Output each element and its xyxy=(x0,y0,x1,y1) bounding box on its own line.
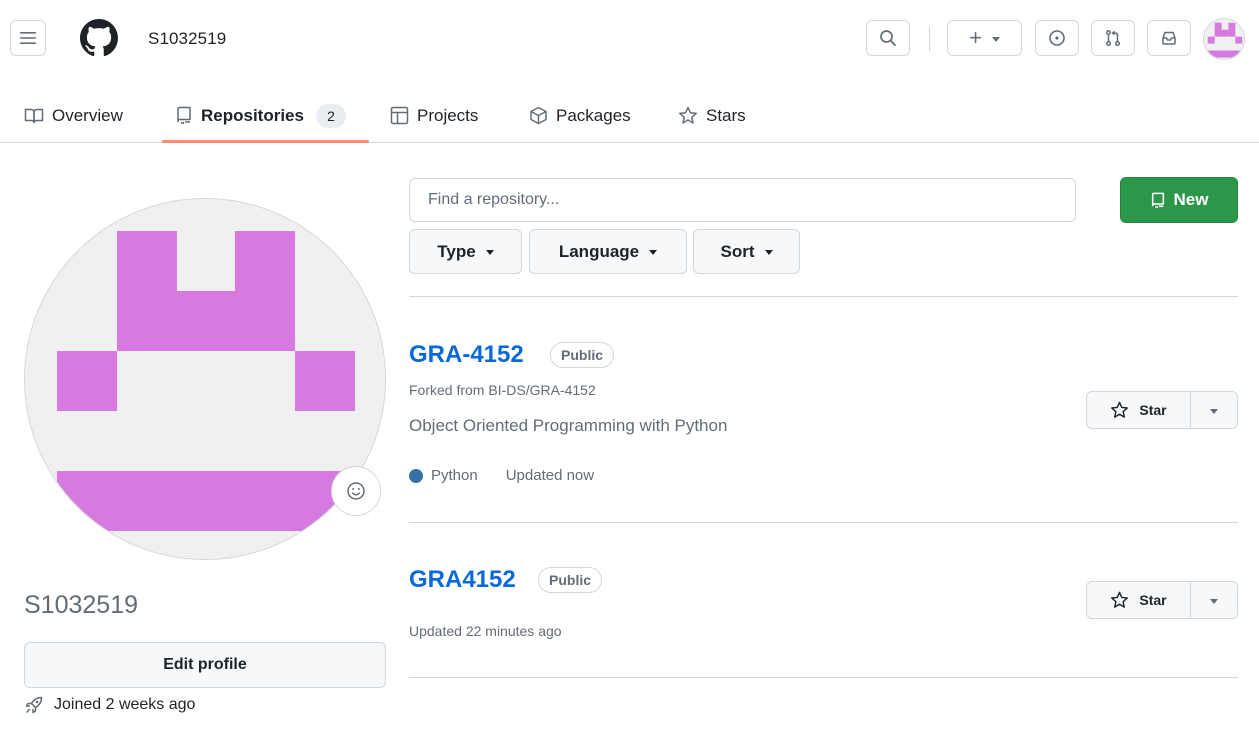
star-button-group: Star xyxy=(1086,581,1238,619)
new-repository-button[interactable]: New xyxy=(1120,177,1238,223)
rocket-icon xyxy=(25,696,43,714)
repo-language: Python xyxy=(431,467,478,484)
new-button-label: New xyxy=(1173,190,1209,209)
star-label: Star xyxy=(1139,592,1167,608)
table-icon xyxy=(390,106,409,125)
plus-icon: + xyxy=(969,25,982,50)
issues-button[interactable] xyxy=(1035,20,1079,56)
search-button[interactable] xyxy=(866,20,910,56)
repo-updated: Updated now xyxy=(505,467,595,484)
active-tab-indicator xyxy=(162,140,369,143)
git-pull-request-icon xyxy=(1105,29,1121,47)
visibility-badge: Public xyxy=(538,567,603,593)
chevron-down-icon xyxy=(1210,598,1218,604)
star-button-group: Star xyxy=(1086,391,1238,429)
tab-packages-label: Packages xyxy=(556,105,631,125)
chevron-down-icon xyxy=(991,36,1000,42)
tab-projects-label: Projects xyxy=(417,105,479,125)
inbox-button[interactable] xyxy=(1147,20,1191,56)
language-color-dot xyxy=(409,468,423,483)
repo-icon xyxy=(177,106,191,125)
sort-filter-button[interactable]: Sort xyxy=(693,229,800,274)
star-button[interactable]: Star xyxy=(1087,582,1191,618)
star-icon xyxy=(1111,591,1129,608)
search-icon xyxy=(880,30,896,46)
joined-text: Joined 2 weeks ago xyxy=(54,696,196,713)
tab-repositories[interactable]: Repositories 2 xyxy=(175,88,346,143)
book-icon xyxy=(24,108,44,123)
star-label: Star xyxy=(1139,402,1167,418)
create-new-button[interactable]: + xyxy=(947,20,1022,56)
package-icon xyxy=(530,106,547,125)
tab-repositories-label: Repositories xyxy=(201,105,304,125)
chevron-down-icon xyxy=(1210,408,1218,414)
list-divider xyxy=(409,677,1238,678)
type-filter-label: Type xyxy=(437,241,476,261)
chevron-down-icon xyxy=(764,250,773,255)
find-repository-input[interactable] xyxy=(409,178,1076,222)
list-divider xyxy=(409,522,1238,523)
type-filter-button[interactable]: Type xyxy=(409,229,522,274)
header-divider xyxy=(929,27,930,51)
identicon-large-icon xyxy=(25,199,385,559)
star-button[interactable]: Star xyxy=(1087,392,1191,428)
tab-stars-label: Stars xyxy=(706,105,746,125)
tab-stars[interactable]: Stars xyxy=(678,88,746,143)
star-list-dropdown[interactable] xyxy=(1191,582,1237,618)
profile-avatar[interactable] xyxy=(24,198,386,560)
star-icon xyxy=(1111,401,1129,418)
chevron-down-icon xyxy=(649,250,658,255)
sort-filter-label: Sort xyxy=(720,241,755,261)
issue-opened-icon xyxy=(1049,30,1065,46)
list-divider xyxy=(409,296,1238,297)
tab-projects[interactable]: Projects xyxy=(390,88,478,143)
tab-overview-label: Overview xyxy=(52,105,123,125)
pull-requests-button[interactable] xyxy=(1091,20,1135,56)
repo-description: Object Oriented Programming with Python xyxy=(409,416,728,435)
profile-username: S1032519 xyxy=(24,591,139,619)
set-status-button[interactable] xyxy=(331,466,381,516)
repo-name-link[interactable]: GRA-4152 xyxy=(409,341,524,369)
chevron-down-icon xyxy=(485,250,494,255)
hamburger-icon xyxy=(20,32,36,44)
repo-name-link[interactable]: GRA4152 xyxy=(409,566,516,594)
identicon-icon xyxy=(1204,19,1244,59)
repo-icon xyxy=(1151,192,1164,208)
user-avatar-small[interactable] xyxy=(1203,18,1245,60)
edit-profile-button[interactable]: Edit profile xyxy=(24,642,386,688)
github-logo-icon[interactable] xyxy=(80,19,118,57)
visibility-badge: Public xyxy=(550,342,615,368)
header-username[interactable]: S1032519 xyxy=(148,29,226,49)
inbox-icon xyxy=(1162,31,1176,45)
app-header: S1032519 + xyxy=(0,0,1259,85)
language-filter-label: Language xyxy=(558,241,640,261)
fork-source[interactable]: Forked from BI-DS/GRA-4152 xyxy=(409,382,596,398)
menu-button[interactable] xyxy=(10,20,46,56)
joined-date: Joined 2 weeks ago xyxy=(24,695,195,715)
repo-updated: Updated 22 minutes ago xyxy=(409,623,562,639)
language-filter-button[interactable]: Language xyxy=(529,229,687,274)
tab-overview[interactable]: Overview xyxy=(24,88,123,143)
repositories-count-badge: 2 xyxy=(315,103,346,128)
star-list-dropdown[interactable] xyxy=(1191,392,1237,428)
smiley-icon xyxy=(347,482,365,500)
tab-packages[interactable]: Packages xyxy=(529,88,631,143)
star-icon xyxy=(679,106,697,124)
repo-meta: Python Updated now xyxy=(409,467,594,484)
profile-tabs: Overview Repositories 2 Projects Package… xyxy=(0,88,1259,143)
